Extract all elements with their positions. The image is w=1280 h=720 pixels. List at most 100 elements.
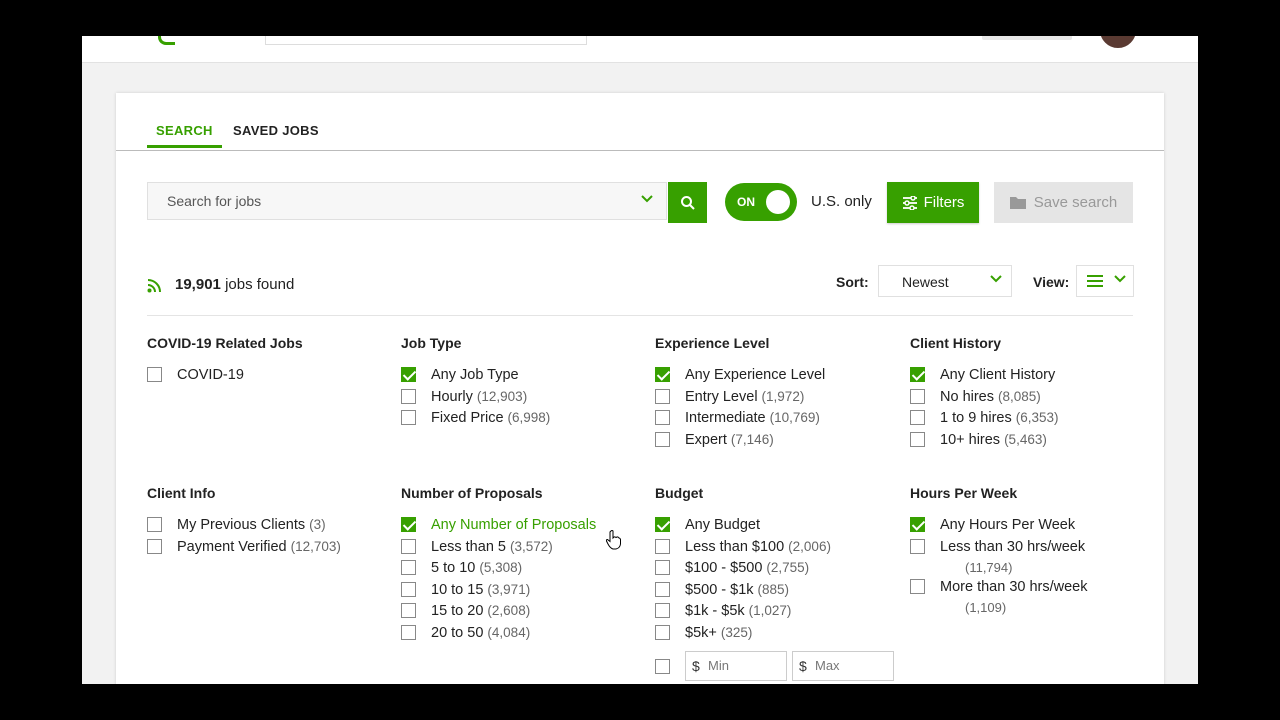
filter-option[interactable]: $1k - $5k (1,027) bbox=[655, 601, 895, 623]
checkbox-checked[interactable] bbox=[655, 367, 670, 382]
option-count: (6,353) bbox=[1015, 410, 1059, 425]
filter-option[interactable]: $5k+ (325) bbox=[655, 623, 895, 645]
checkbox-checked[interactable] bbox=[401, 517, 416, 532]
save-search-button[interactable]: Save search bbox=[994, 182, 1133, 223]
filter-option[interactable]: Less than 30 hrs/week (11,794) bbox=[910, 537, 1150, 577]
filter-option[interactable]: Entry Level (1,972) bbox=[655, 387, 895, 409]
filter-option[interactable]: Any Job Type bbox=[401, 365, 641, 387]
filter-option[interactable]: Any Experience Level bbox=[655, 365, 895, 387]
option-count: (11,794) bbox=[965, 559, 1013, 575]
filter-option[interactable]: Hourly (12,903) bbox=[401, 387, 641, 409]
checkbox-checked[interactable] bbox=[910, 367, 925, 382]
filter-option-label: COVID-19 bbox=[177, 367, 244, 383]
checkbox[interactable] bbox=[655, 388, 670, 404]
option-count: (12,903) bbox=[476, 388, 528, 404]
filter-option[interactable]: Expert (7,146) bbox=[655, 430, 895, 452]
budget-range-checkbox[interactable] bbox=[655, 659, 670, 674]
option-text: COVID-19 bbox=[177, 367, 244, 383]
budget-max-field[interactable]: $ bbox=[792, 651, 894, 681]
option-count: (4,084) bbox=[487, 624, 531, 640]
checkbox[interactable] bbox=[910, 388, 925, 404]
us-only-toggle[interactable]: ON bbox=[725, 183, 797, 221]
chevron-down-icon[interactable] bbox=[640, 192, 654, 209]
rss-feed-icon[interactable] bbox=[147, 278, 162, 298]
save-search-label: Save search bbox=[1033, 194, 1118, 211]
checkbox[interactable] bbox=[655, 624, 670, 640]
checkbox[interactable] bbox=[401, 581, 416, 597]
jobs-found-count: 19,901 jobs found bbox=[175, 276, 294, 293]
checkbox-checked[interactable] bbox=[655, 517, 670, 532]
checkbox[interactable] bbox=[401, 410, 416, 425]
checkbox[interactable] bbox=[655, 538, 670, 554]
filter-option[interactable]: My Previous Clients (3) bbox=[147, 515, 387, 537]
filter-option-label: Less than $100 (2,006) bbox=[685, 539, 831, 555]
global-search-input[interactable] bbox=[265, 36, 587, 45]
sort-dropdown[interactable]: Newest bbox=[878, 265, 1012, 297]
search-button[interactable] bbox=[668, 182, 707, 223]
filter-group-title: Budget bbox=[655, 485, 704, 501]
budget-min-field[interactable]: $ bbox=[685, 651, 787, 681]
filter-group-title: Job Type bbox=[401, 335, 462, 351]
checkbox[interactable] bbox=[655, 560, 670, 575]
logo-icon[interactable] bbox=[158, 36, 175, 45]
filter-option[interactable]: Any Number of Proposals bbox=[401, 515, 641, 537]
checkbox[interactable] bbox=[401, 624, 416, 640]
tab-saved-jobs[interactable]: SAVED JOBS bbox=[233, 123, 319, 138]
filter-option[interactable]: Any Budget bbox=[655, 515, 895, 537]
filter-option-label: Entry Level (1,972) bbox=[685, 389, 804, 405]
checkbox[interactable] bbox=[655, 431, 670, 447]
option-text: 10+ hires bbox=[940, 431, 1001, 448]
option-text: No hires bbox=[940, 388, 994, 405]
filter-option[interactable]: 1 to 9 hires (6,353) bbox=[910, 408, 1150, 430]
filter-option-label: Fixed Price (6,998) bbox=[431, 410, 550, 426]
budget-min-input[interactable] bbox=[706, 657, 786, 674]
checkbox[interactable] bbox=[655, 603, 670, 618]
filter-option[interactable]: 15 to 20 (2,608) bbox=[401, 601, 641, 623]
checkbox[interactable] bbox=[655, 410, 670, 425]
filter-option[interactable]: Intermediate (10,769) bbox=[655, 408, 895, 430]
filter-option-label: 5 to 10 (5,308) bbox=[431, 560, 522, 576]
checkbox-checked[interactable] bbox=[401, 367, 416, 382]
filter-option[interactable]: No hires (8,085) bbox=[910, 387, 1150, 409]
filter-option[interactable]: Any Hours Per Week bbox=[910, 515, 1150, 537]
filter-option[interactable]: Less than 5 (3,572) bbox=[401, 537, 641, 559]
view-dropdown[interactable] bbox=[1076, 265, 1134, 297]
checkbox-checked[interactable] bbox=[910, 517, 925, 532]
filters-button[interactable]: Filters bbox=[887, 182, 979, 223]
filter-option[interactable]: Fixed Price (6,998) bbox=[401, 408, 641, 430]
filter-group-number-of-proposals: Number of Proposals Any Number of Proposa… bbox=[401, 485, 641, 644]
filter-option[interactable]: $100 - $500 (2,755) bbox=[655, 558, 895, 580]
checkbox[interactable] bbox=[655, 581, 670, 597]
checkbox[interactable] bbox=[401, 538, 416, 554]
filter-option[interactable]: 20 to 50 (4,084) bbox=[401, 623, 641, 645]
checkbox[interactable] bbox=[910, 578, 925, 594]
checkbox[interactable] bbox=[147, 538, 162, 554]
filter-option[interactable]: Payment Verified (12,703) bbox=[147, 537, 387, 559]
filter-option[interactable]: Any Client History bbox=[910, 365, 1150, 387]
checkbox[interactable] bbox=[147, 517, 162, 532]
checkbox[interactable] bbox=[147, 367, 162, 382]
filter-option[interactable]: 10 to 15 (3,971) bbox=[401, 580, 641, 602]
option-count: (7,146) bbox=[730, 431, 774, 447]
filter-option[interactable]: More than 30 hrs/week (1,109) bbox=[910, 577, 1150, 617]
avatar[interactable] bbox=[1098, 36, 1138, 50]
filter-option[interactable]: Less than $100 (2,006) bbox=[655, 537, 895, 559]
option-count: (3,971) bbox=[487, 581, 531, 597]
job-search-input[interactable] bbox=[148, 183, 628, 219]
budget-max-input[interactable] bbox=[813, 657, 893, 674]
checkbox[interactable] bbox=[910, 538, 925, 554]
checkbox[interactable] bbox=[910, 410, 925, 425]
option-count: (3,572) bbox=[509, 538, 553, 554]
filter-option[interactable]: 10+ hires (5,463) bbox=[910, 430, 1150, 452]
checkbox[interactable] bbox=[401, 560, 416, 575]
option-text: $100 - $500 bbox=[685, 560, 763, 576]
filter-option[interactable]: COVID-19 bbox=[147, 365, 387, 387]
filter-option-label: 10+ hires (5,463) bbox=[940, 432, 1047, 448]
filter-option[interactable]: $500 - $1k (885) bbox=[655, 580, 895, 602]
tab-search[interactable]: SEARCH bbox=[147, 123, 222, 148]
checkbox[interactable] bbox=[401, 603, 416, 618]
filter-option[interactable]: 5 to 10 (5,308) bbox=[401, 558, 641, 580]
filter-option-label: More than 30 hrs/week (1,109) bbox=[940, 579, 1088, 615]
checkbox[interactable] bbox=[910, 431, 925, 447]
checkbox[interactable] bbox=[401, 388, 416, 404]
